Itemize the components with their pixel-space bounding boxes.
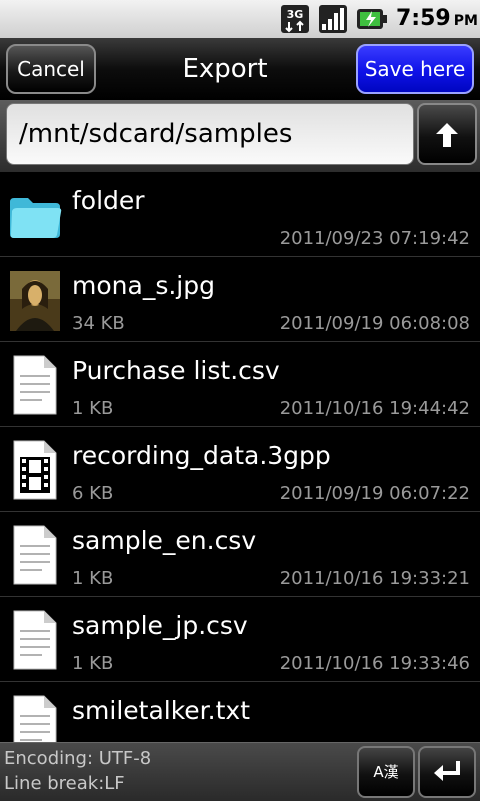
file-date: 2011/09/19 06:08:08 bbox=[279, 313, 470, 334]
save-here-button[interactable]: Save here bbox=[356, 44, 474, 94]
file-date: 2011/10/16 19:33:21 bbox=[279, 568, 470, 589]
battery-charging-icon bbox=[357, 9, 387, 29]
enter-button[interactable] bbox=[418, 746, 476, 798]
arrow-up-icon bbox=[436, 123, 458, 147]
signal-strength-icon bbox=[319, 5, 347, 33]
file-row-sample-jp[interactable]: sample_jp.csv 1 KB 2011/10/16 19:33:46 bbox=[0, 597, 480, 682]
document-icon bbox=[13, 610, 57, 670]
file-name: sample_en.csv bbox=[72, 526, 257, 555]
file-date: 2011/10/16 19:44:42 bbox=[279, 398, 470, 419]
path-bar: /mnt/sdcard/samples bbox=[0, 100, 480, 172]
bottom-bar: Encoding: UTF-8 Line break:LF A漢 bbox=[0, 742, 480, 801]
file-date: 2011/09/23 07:19:42 bbox=[279, 228, 470, 249]
file-name: Purchase list.csv bbox=[72, 356, 280, 385]
folder-icon bbox=[10, 198, 62, 238]
file-size: 34 KB bbox=[72, 313, 125, 334]
image-thumbnail-icon bbox=[10, 271, 60, 331]
cancel-button[interactable]: Cancel bbox=[6, 44, 96, 94]
film-icon bbox=[13, 440, 57, 500]
parent-directory-button[interactable] bbox=[417, 103, 477, 165]
page-title: Export bbox=[182, 54, 268, 84]
document-icon bbox=[13, 695, 57, 742]
svg-text:3G: 3G bbox=[287, 8, 304, 21]
file-name: smiletalker.txt bbox=[72, 696, 251, 725]
file-size: 1 KB bbox=[72, 653, 114, 674]
file-row-folder[interactable]: folder 2011/09/23 07:19:42 bbox=[0, 172, 480, 257]
file-size: 1 KB bbox=[72, 568, 114, 589]
file-name: folder bbox=[72, 186, 145, 215]
line-break-label[interactable]: Line break:LF bbox=[4, 773, 125, 794]
file-date: 2011/09/19 06:07:22 bbox=[279, 483, 470, 504]
file-row-purchase-list[interactable]: Purchase list.csv 1 KB 2011/10/16 19:44:… bbox=[0, 342, 480, 427]
file-name: mona_s.jpg bbox=[72, 271, 215, 300]
file-row-mona[interactable]: mona_s.jpg 34 KB 2011/09/19 06:08:08 bbox=[0, 257, 480, 342]
file-row-recording[interactable]: recording_data.3gpp 6 KB 2011/09/19 06:0… bbox=[0, 427, 480, 512]
document-icon bbox=[13, 525, 57, 585]
input-method-button[interactable]: A漢 bbox=[357, 746, 415, 798]
file-name: recording_data.3gpp bbox=[72, 441, 331, 470]
file-size: 1 KB bbox=[72, 398, 114, 419]
file-date: 2011/10/16 19:33:46 bbox=[279, 653, 470, 674]
status-time: 7:59 PM bbox=[396, 6, 478, 31]
encoding-label[interactable]: Encoding: UTF-8 bbox=[4, 748, 151, 769]
file-name: sample_jp.csv bbox=[72, 611, 248, 640]
file-size: 6 KB bbox=[72, 483, 114, 504]
file-row-sample-en[interactable]: sample_en.csv 1 KB 2011/10/16 19:33:21 bbox=[0, 512, 480, 597]
enter-return-icon bbox=[434, 761, 460, 781]
status-bar: 3G 7:59 PM bbox=[0, 0, 480, 39]
title-bar: Cancel Export Save here bbox=[0, 38, 480, 100]
path-input[interactable]: /mnt/sdcard/samples bbox=[6, 103, 414, 165]
file-list: folder 2011/09/23 07:19:42 mona_s.jpg 34… bbox=[0, 172, 480, 742]
file-row-smiletalker[interactable]: smiletalker.txt bbox=[0, 682, 480, 742]
document-icon bbox=[13, 355, 57, 415]
3g-data-icon: 3G bbox=[281, 5, 309, 33]
